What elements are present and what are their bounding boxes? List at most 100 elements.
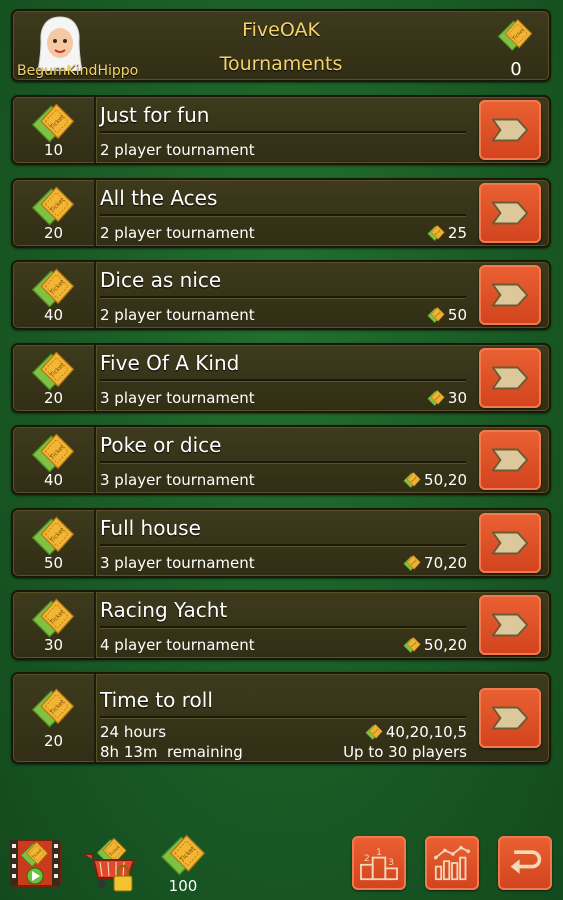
svg-text:3: 3 [388, 858, 394, 868]
ticket-icon [32, 186, 74, 226]
tournament-players: 4 player tournament [100, 636, 255, 654]
ticket-icon [32, 516, 74, 556]
prize-value: 50 [447, 306, 467, 324]
time-remaining: 8h 13m remaining [100, 743, 243, 761]
tournament-row[interactable]: 50 Full house 3 player tournament 70,20 [11, 508, 551, 578]
prize-info: 50 [426, 306, 467, 324]
ticket-icon [403, 472, 421, 488]
podium-icon: 2 1 3 [360, 848, 398, 881]
divider [100, 544, 466, 546]
ticket-icon [161, 834, 205, 876]
entry-cost-cell: 30 [13, 592, 96, 658]
tournament-name: Poke or dice [100, 433, 222, 457]
tournament-name: Time to roll [100, 688, 213, 712]
play-arrow-icon [491, 531, 529, 555]
page-title: Tournaments [219, 53, 343, 75]
prize-value: 30 [447, 389, 467, 407]
header-panel: BegumKindHippo FiveOAK Tournaments 0 [11, 9, 551, 82]
join-tournament-button[interactable] [479, 595, 541, 655]
entry-cost-cell: 10 [13, 97, 96, 163]
ticket-icon [403, 637, 421, 653]
entry-cost-cell: 40 [13, 262, 96, 328]
svg-text:2: 2 [364, 854, 370, 864]
tournament-players: 2 player tournament [100, 224, 255, 242]
divider [100, 461, 466, 463]
back-button[interactable] [498, 836, 552, 890]
tournament-name: Just for fun [100, 103, 210, 127]
play-arrow-icon [491, 448, 529, 472]
shop-button[interactable] [82, 836, 140, 892]
prize-info: 70,20 [402, 554, 467, 572]
prize-value: 25 [447, 224, 467, 242]
ticket-icon [403, 555, 421, 571]
join-tournament-button[interactable] [479, 100, 541, 160]
tournament-name: Dice as nice [100, 268, 222, 292]
prize-info: 50,20 [402, 471, 467, 489]
max-players: Up to 30 players [343, 743, 467, 761]
tournament-row[interactable]: 40 Poke or dice 3 player tournament 50,20 [11, 425, 551, 495]
join-tournament-button[interactable] [479, 265, 541, 325]
play-arrow-icon [491, 613, 529, 637]
watch-video-button[interactable] [8, 836, 62, 890]
play-arrow-icon [491, 201, 529, 225]
tournament-name: Racing Yacht [100, 598, 228, 622]
join-tournament-button[interactable] [479, 348, 541, 408]
ticket-icon [32, 433, 74, 473]
ticket-icon [427, 225, 445, 241]
ticket-icon [32, 688, 74, 728]
prize-info: 50,20 [402, 636, 467, 654]
stats-chart-icon [434, 845, 470, 881]
ticket-icon [32, 103, 74, 143]
tournament-players: 3 player tournament [100, 554, 255, 572]
play-arrow-icon [491, 366, 529, 390]
entry-cost-cell: 40 [13, 427, 96, 493]
entry-cost: 40 [43, 471, 64, 489]
tournament-players: 3 player tournament [100, 471, 255, 489]
join-tournament-button[interactable] [479, 513, 541, 573]
entry-cost-cell: 20 [13, 345, 96, 411]
divider [100, 716, 466, 718]
tournament-row[interactable]: 10 Just for fun 2 player tournament [11, 95, 551, 165]
prize-info: 40,20,10,5 [364, 723, 467, 741]
video-reward-icon [9, 839, 61, 887]
join-tournament-button[interactable] [479, 430, 541, 490]
tournament-row[interactable]: 20 Five Of A Kind 3 player tournament 30 [11, 343, 551, 413]
ticket-icon [32, 598, 74, 638]
ticket-balance: 0 [510, 59, 522, 80]
tournament-row[interactable]: 40 Dice as nice 2 player tournament 50 [11, 260, 551, 330]
svg-text:1: 1 [376, 848, 382, 858]
prize-value: 70,20 [424, 554, 467, 572]
tournament-name: All the Aces [100, 186, 218, 210]
tournament-row[interactable]: 30 Racing Yacht 4 player tournament 50,20 [11, 590, 551, 660]
join-tournament-button[interactable] [479, 183, 541, 243]
tournament-players: 2 player tournament [100, 141, 255, 159]
entry-cost: 40 [43, 306, 64, 324]
join-tournament-button[interactable] [479, 688, 541, 748]
entry-cost-cell: 20 [13, 180, 96, 246]
play-arrow-icon [491, 283, 529, 307]
shopping-cart-locked-icon [84, 837, 135, 892]
tournament-players: 2 player tournament [100, 306, 255, 324]
divider [100, 131, 466, 133]
divider [100, 379, 466, 381]
prize-value: 50,20 [424, 636, 467, 654]
divider [100, 626, 466, 628]
divider [100, 214, 466, 216]
ticket-icon [32, 351, 74, 391]
play-arrow-icon [491, 118, 529, 142]
entry-cost-cell: 50 [13, 510, 96, 576]
leaderboard-button[interactable]: 2 1 3 [352, 836, 406, 890]
tournament-row[interactable]: 20 All the Aces 2 player tournament 25 [11, 178, 551, 248]
statistics-button[interactable] [425, 836, 479, 890]
prize-value: 40,20,10,5 [385, 723, 467, 741]
prize-info: 30 [426, 389, 467, 407]
prize-info: 25 [426, 224, 467, 242]
tournament-duration: 24 hours [100, 723, 167, 741]
ticket-icon [32, 268, 74, 308]
back-arrow-icon [510, 850, 542, 874]
ticket-icon[interactable] [497, 17, 533, 53]
tournament-players: 3 player tournament [100, 389, 255, 407]
entry-cost: 20 [43, 732, 64, 750]
tournament-row-timed[interactable]: 20 Time to roll 24 hours 8h 13m remainin… [11, 672, 551, 764]
ticket-icon [427, 390, 445, 406]
